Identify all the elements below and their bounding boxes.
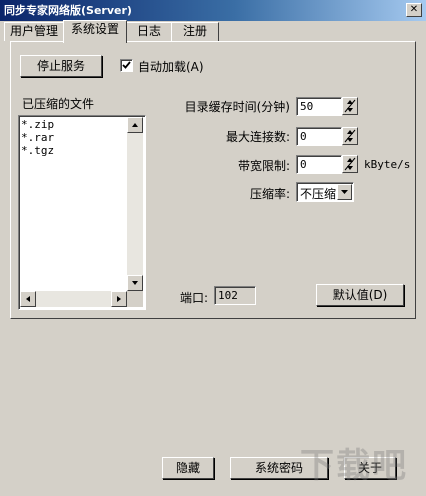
list-item[interactable]: *.rar	[21, 132, 54, 144]
title-bar: 同步专家网络版(Server)	[0, 0, 426, 21]
close-icon: ✕	[409, 4, 419, 15]
hide-button[interactable]: 隐藏	[162, 457, 214, 479]
cache-time-spinner[interactable]	[342, 97, 358, 115]
autoload-checkbox[interactable]	[120, 59, 133, 72]
close-window-button[interactable]: ✕	[406, 3, 422, 17]
bandwidth-spinner[interactable]	[342, 155, 358, 173]
bandwidth-unit: kByte/s	[364, 158, 411, 171]
default-values-button[interactable]: 默认值(D)	[316, 284, 404, 306]
tab-log[interactable]: 日志	[126, 22, 172, 41]
port-label: 端口:	[180, 291, 209, 305]
scroll-down-button[interactable]	[127, 275, 143, 291]
spin-arrows-icon	[344, 157, 356, 171]
tab-label: 注册	[182, 24, 207, 38]
bandwidth-input[interactable]: 0	[296, 155, 342, 174]
max-connections-spinner[interactable]	[342, 127, 358, 145]
dropdown-button[interactable]	[337, 184, 352, 200]
spin-arrows-icon	[344, 129, 356, 143]
stop-service-label: 停止服务	[36, 59, 85, 73]
cache-time-label: 目录缓存时间(分钟)	[184, 100, 290, 114]
chevron-down-icon	[341, 190, 348, 194]
list-item[interactable]: *.tgz	[21, 145, 54, 157]
tab-label: 日志	[136, 24, 161, 38]
scroll-up-button[interactable]	[127, 117, 143, 133]
bandwidth-label: 带宽限制:	[237, 159, 290, 173]
check-icon	[122, 61, 131, 69]
autoload-label[interactable]: 自动加载(A)	[138, 58, 204, 75]
about-button[interactable]: 关于	[344, 457, 396, 479]
scroll-right-button[interactable]	[111, 291, 127, 307]
port-input: 102	[214, 286, 256, 305]
default-values-label: 默认值(D)	[332, 288, 388, 302]
window-title: 同步专家网络版(Server)	[4, 4, 132, 17]
scrollbar-corner	[127, 291, 143, 307]
stop-service-button[interactable]: 停止服务	[20, 55, 102, 77]
cache-time-input[interactable]: 50	[296, 97, 342, 116]
compressed-files-list[interactable]: *.zip *.rar *.tgz	[18, 115, 146, 310]
tab-register[interactable]: 注册	[171, 22, 219, 41]
tab-label: 系统设置	[70, 22, 119, 36]
tab-system-settings[interactable]: 系统设置	[63, 20, 127, 43]
arrow-down-icon	[132, 281, 138, 285]
system-password-button[interactable]: 系统密码	[230, 457, 328, 479]
max-connections-label: 最大连接数:	[225, 130, 290, 144]
vertical-scrollbar[interactable]	[127, 117, 143, 291]
arrow-right-icon	[117, 296, 121, 302]
compression-value: 不压缩	[300, 187, 337, 201]
compression-select[interactable]: 不压缩	[296, 182, 354, 202]
spin-arrows-icon	[344, 99, 356, 113]
compression-label: 压缩率:	[249, 187, 290, 201]
max-connections-input[interactable]: 0	[296, 127, 342, 146]
system-password-label: 系统密码	[254, 461, 303, 475]
compressed-files-label: 已压缩的文件	[22, 97, 95, 111]
scroll-left-button[interactable]	[20, 291, 36, 307]
about-label: 关于	[357, 461, 382, 475]
hide-label: 隐藏	[175, 461, 200, 475]
tab-user-management[interactable]: 用户管理	[4, 22, 64, 41]
arrow-up-icon	[132, 123, 138, 127]
tab-label: 用户管理	[9, 24, 58, 38]
list-item[interactable]: *.zip	[21, 119, 54, 131]
arrow-left-icon	[26, 296, 30, 302]
